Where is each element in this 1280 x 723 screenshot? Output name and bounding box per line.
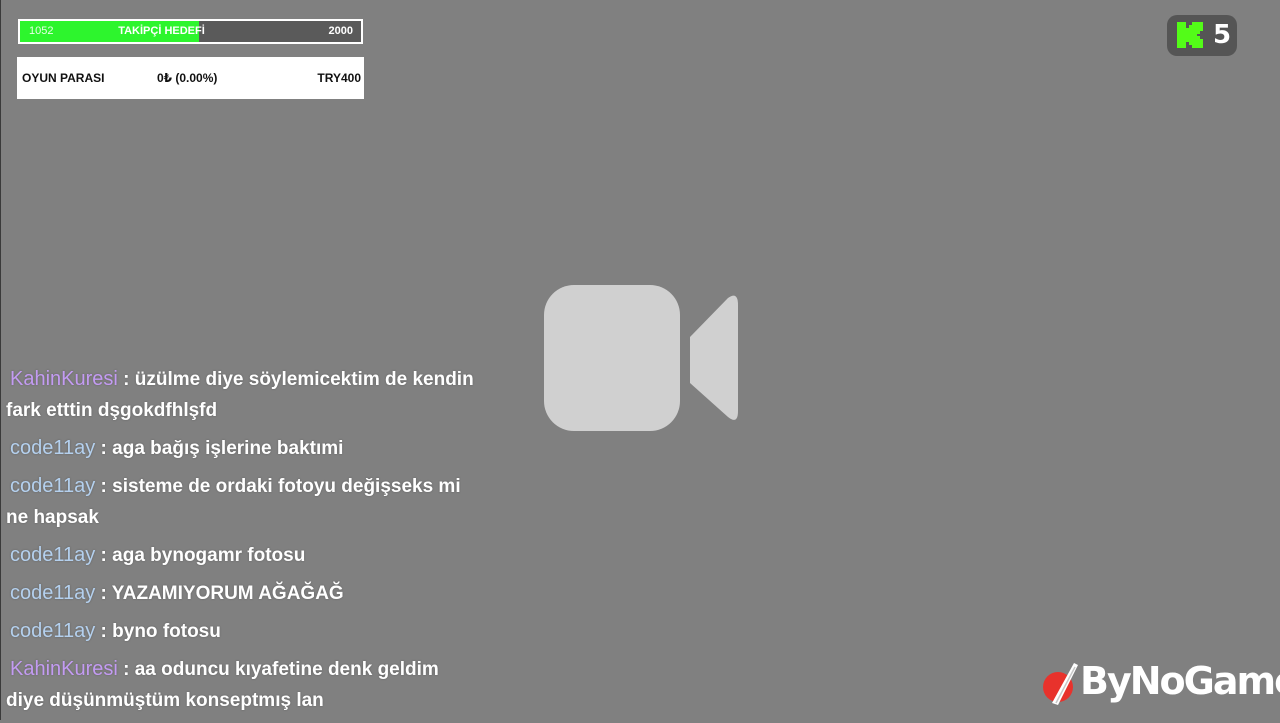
chat-username: code11ay	[10, 620, 96, 642]
chat-message: code11ay : sisteme de ordaki fotoyu deği…	[6, 471, 476, 533]
bynogame-logo-text: ByNoGame	[1080, 659, 1280, 703]
chat-message: KahinKuresi : üzülme diye söylemicektim …	[6, 364, 476, 426]
chat-message: code11ay : aga bağış işlerine baktımi	[6, 433, 476, 464]
chat-username: code11ay	[10, 475, 96, 497]
chat-username: code11ay	[10, 582, 96, 604]
chat-username: code11ay	[10, 544, 96, 566]
chat-username: KahinKuresi	[10, 368, 118, 390]
goal-target: 2000	[328, 25, 353, 37]
chat-message: KahinKuresi : aa oduncu kıyafetine denk …	[6, 654, 476, 716]
bynogame-logo: ByNoGame	[1040, 655, 1280, 710]
chat-text: : byno fotosu	[100, 621, 221, 642]
chat-username: KahinKuresi	[10, 658, 118, 680]
chat-overlay: KahinKuresi : üzülme diye söylemicektim …	[6, 364, 476, 723]
kick-viewer-count: 5	[1213, 20, 1232, 50]
chat-message: code11ay : aga bynogamr fotosu	[6, 540, 476, 571]
chat-message: code11ay : byno fotosu	[6, 616, 476, 647]
chat-text: : aga bynogamr fotosu	[100, 545, 306, 566]
chat-text: : aga bağış işlerine baktımi	[100, 438, 344, 459]
money-value: 0₺ (0.00%)	[157, 71, 218, 85]
money-label: OYUN PARASI	[22, 71, 105, 85]
video-camera-icon	[544, 285, 738, 431]
chat-text: : YAZAMIYORUM AĞAĞAĞ	[100, 583, 344, 604]
bynogame-logo-icon	[1043, 663, 1078, 705]
kick-viewer-badge: 5	[1167, 15, 1237, 56]
goal-title: TAKİPÇİ HEDEFİ	[118, 25, 205, 37]
kick-logo-icon	[1177, 22, 1203, 48]
chat-username: code11ay	[10, 437, 96, 459]
follower-goal-bar: 1052 TAKİPÇİ HEDEFİ 2000	[18, 19, 363, 44]
frame-edge	[0, 0, 1, 720]
chat-message: code11ay : YAZAMIYORUM AĞAĞAĞ	[6, 578, 476, 609]
game-money-panel: OYUN PARASI 0₺ (0.00%) TRY400	[17, 57, 364, 99]
money-target: TRY400	[317, 71, 361, 85]
